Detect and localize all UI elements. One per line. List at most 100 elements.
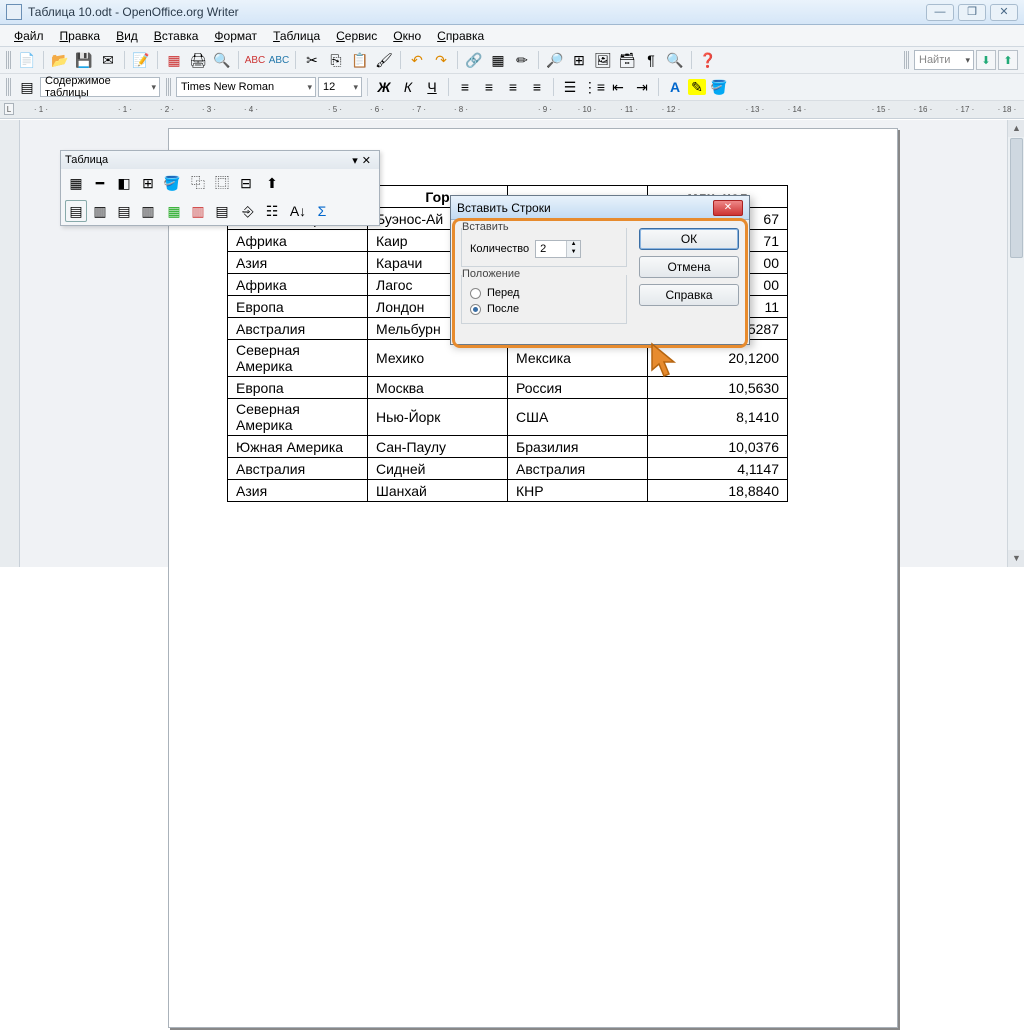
menu-insert[interactable]: Вставка xyxy=(146,27,207,45)
table-props-button[interactable]: ☷ xyxy=(261,200,283,222)
font-size-combo[interactable]: 12 xyxy=(318,77,362,97)
help-button[interactable]: ❓ xyxy=(697,49,719,71)
bg-fill-button[interactable]: 🪣 xyxy=(161,172,183,194)
align-left-button[interactable]: ≡ xyxy=(454,76,476,98)
indent-inc-button[interactable]: ⇥ xyxy=(631,76,653,98)
sort-button[interactable]: A↓ xyxy=(287,200,309,222)
table-row[interactable]: ЕвропаМоскваРоссия10,5630 xyxy=(228,377,788,399)
insert-col-button[interactable]: ▥ xyxy=(89,200,111,222)
font-name-combo[interactable]: Times New Roman xyxy=(176,77,316,97)
table-insert-button[interactable]: ▦ xyxy=(65,172,87,194)
table-row[interactable]: Северная АмерикаНью-ЙоркСША8,1410 xyxy=(228,399,788,436)
menu-file[interactable]: Файл xyxy=(6,27,52,45)
menu-help[interactable]: Справка xyxy=(429,27,492,45)
drawing-button[interactable]: ✏ xyxy=(511,49,533,71)
optimize-button[interactable]: ⊟ xyxy=(235,172,257,194)
export-pdf-button[interactable]: ▦ xyxy=(163,49,185,71)
spellcheck-button[interactable]: ABC xyxy=(244,49,266,71)
borders-button[interactable]: ⊞ xyxy=(137,172,159,194)
undo-button[interactable]: ↶ xyxy=(406,49,428,71)
preview-button[interactable]: 🔍 xyxy=(211,49,233,71)
scroll-thumb[interactable] xyxy=(1010,138,1023,258)
menu-table[interactable]: Таблица xyxy=(265,27,328,45)
after-radio[interactable] xyxy=(470,304,481,315)
toolbar-close-button[interactable]: ✕ xyxy=(358,154,375,167)
highlight-button[interactable]: ✎ xyxy=(688,79,706,95)
align-center-button[interactable]: ≡ xyxy=(478,76,500,98)
horizontal-ruler[interactable]: L · 1 ·· 1 ·· 2 ·· 3 ·· 4 ·· 5 ·· 6 ·· 7… xyxy=(0,101,1024,119)
find-input[interactable]: Найти xyxy=(914,50,974,70)
valign-top-button[interactable]: ⬆ xyxy=(261,172,283,194)
find-next-button[interactable]: ⬇ xyxy=(976,50,996,70)
close-window-button[interactable]: ✕ xyxy=(990,4,1018,21)
dialog-help-button[interactable]: Справка xyxy=(639,284,739,306)
table-row[interactable]: Южная АмерикаСан-ПаулуБразилия10,0376 xyxy=(228,436,788,458)
para-style-combo[interactable]: Содержимое таблицы xyxy=(40,77,160,97)
line-color-button[interactable]: ◧ xyxy=(113,172,135,194)
ok-button[interactable]: ОК xyxy=(639,228,739,250)
datasources-button[interactable]: 🗃 xyxy=(616,49,638,71)
split-cells-button[interactable]: ⿴ xyxy=(211,172,233,194)
toolbar-grip-4[interactable] xyxy=(166,78,171,96)
menu-tools[interactable]: Сервис xyxy=(328,27,385,45)
vertical-ruler[interactable] xyxy=(0,120,20,567)
bullet-list-button[interactable]: ⋮≡ xyxy=(583,76,605,98)
spin-down-button[interactable]: ▼ xyxy=(567,249,580,257)
open-button[interactable]: 📂 xyxy=(49,49,71,71)
redo-button[interactable]: ↷ xyxy=(430,49,452,71)
vertical-scrollbar[interactable]: ▲ ▼ xyxy=(1007,120,1024,567)
restore-button[interactable]: ❐ xyxy=(958,4,986,21)
menu-format[interactable]: Формат xyxy=(206,27,265,45)
hyperlink-button[interactable]: 🔗 xyxy=(463,49,485,71)
new-doc-button[interactable]: 📄 xyxy=(16,49,38,71)
line-style-button[interactable]: ━ xyxy=(89,172,111,194)
table-toolbar[interactable]: Таблица ▾ ✕ ▦ ━ ◧ ⊞ 🪣 ⿻ ⿴ ⊟ ⬆ ▤ ▥ ▤ ▥ ▦ … xyxy=(60,150,380,226)
merge-cells-button[interactable]: ⿻ xyxy=(187,172,209,194)
font-color-button[interactable]: A xyxy=(664,76,686,98)
numbered-list-button[interactable]: ☰ xyxy=(559,76,581,98)
tab-button[interactable]: L xyxy=(4,103,14,115)
find-button[interactable]: 🔎 xyxy=(544,49,566,71)
underline-button[interactable]: Ч xyxy=(421,76,443,98)
table-button[interactable]: ▦ xyxy=(487,49,509,71)
nonprint-chars-button[interactable]: ¶ xyxy=(640,49,662,71)
autoformat-button[interactable]: ⎆ xyxy=(237,200,259,222)
scroll-down-button[interactable]: ▼ xyxy=(1008,550,1024,567)
quantity-spinner[interactable]: 2 ▲▼ xyxy=(535,240,581,258)
gallery-button[interactable]: 🖼 xyxy=(592,49,614,71)
sum-button[interactable]: Σ xyxy=(311,200,333,222)
table-row[interactable]: Северная АмерикаМехикоМексика20,1200 xyxy=(228,340,788,377)
bgcolor-button[interactable]: 🪣 xyxy=(708,76,730,98)
styles-button[interactable]: ▤ xyxy=(16,76,38,98)
toolbar-grip-3[interactable] xyxy=(6,78,11,96)
menu-window[interactable]: Окно xyxy=(385,27,429,45)
paste-button[interactable]: 📋 xyxy=(349,49,371,71)
format-paint-button[interactable]: 🖌 xyxy=(373,49,395,71)
menu-edit[interactable]: Правка xyxy=(52,27,109,45)
table-row[interactable]: АвстралияСиднейАвстралия4,1147 xyxy=(228,458,788,480)
cut-button[interactable]: ✂ xyxy=(301,49,323,71)
table-row[interactable]: АзияШанхайКНР18,8840 xyxy=(228,480,788,502)
align-right-button[interactable]: ≡ xyxy=(502,76,524,98)
menu-view[interactable]: Вид xyxy=(108,27,146,45)
print-button[interactable]: 🖨 xyxy=(187,49,209,71)
zoom-button[interactable]: 🔍 xyxy=(664,49,686,71)
dialog-close-button[interactable]: ✕ xyxy=(713,200,743,216)
insert-row-button[interactable]: ▤ xyxy=(65,200,87,222)
select-row-button[interactable]: ▤ xyxy=(211,200,233,222)
find-prev-button[interactable]: ⬆ xyxy=(998,50,1018,70)
italic-button[interactable]: К xyxy=(397,76,419,98)
toolbar-grip-2[interactable] xyxy=(904,51,909,69)
copy-button[interactable]: ⎘ xyxy=(325,49,347,71)
align-justify-button[interactable]: ≡ xyxy=(526,76,548,98)
bold-button[interactable]: Ж xyxy=(373,76,395,98)
toolbar-grip[interactable] xyxy=(6,51,11,69)
navigator-button[interactable]: ⊞ xyxy=(568,49,590,71)
edit-doc-button[interactable]: 📝 xyxy=(130,49,152,71)
cancel-button[interactable]: Отмена xyxy=(639,256,739,278)
indent-dec-button[interactable]: ⇤ xyxy=(607,76,629,98)
scroll-up-button[interactable]: ▲ xyxy=(1008,120,1024,137)
delete-col-button[interactable]: ▥ xyxy=(137,200,159,222)
before-radio[interactable] xyxy=(470,288,481,299)
dialog-titlebar[interactable]: Вставить Строки ✕ xyxy=(451,196,749,220)
